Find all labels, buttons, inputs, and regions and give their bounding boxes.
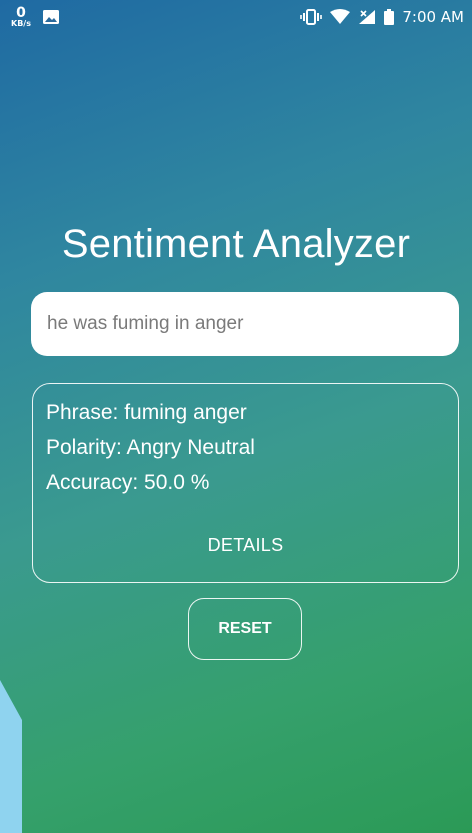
signal-icon bbox=[358, 9, 376, 25]
accuracy-result: Accuracy: 50.0 % bbox=[46, 471, 210, 494]
battery-icon bbox=[384, 9, 395, 25]
details-button[interactable]: DETAILS bbox=[33, 534, 458, 557]
polarity-result: Polarity: Angry Neutral bbox=[46, 436, 255, 459]
phrase-input-container[interactable] bbox=[31, 292, 459, 356]
result-card: Phrase: fuming anger Polarity: Angry Neu… bbox=[32, 383, 459, 583]
reset-button[interactable]: RESET bbox=[188, 598, 302, 660]
clock: 7:00 AM bbox=[402, 8, 464, 26]
app-title: Sentiment Analyzer bbox=[61, 222, 411, 266]
image-icon bbox=[42, 9, 60, 25]
phrase-result: Phrase: fuming anger bbox=[46, 401, 247, 424]
phrase-input[interactable] bbox=[45, 312, 445, 336]
wifi-icon bbox=[330, 9, 351, 25]
network-speed-value: 0 bbox=[16, 5, 26, 21]
network-speed: 0 KB/s bbox=[10, 6, 32, 28]
network-speed-unit: KB/s bbox=[11, 19, 31, 28]
status-bar: 0 KB/s 7:00 AM bbox=[0, 0, 472, 34]
status-bar-left: 0 KB/s bbox=[10, 6, 60, 28]
vibrate-icon bbox=[300, 9, 323, 25]
status-bar-right: 7:00 AM bbox=[300, 8, 464, 26]
